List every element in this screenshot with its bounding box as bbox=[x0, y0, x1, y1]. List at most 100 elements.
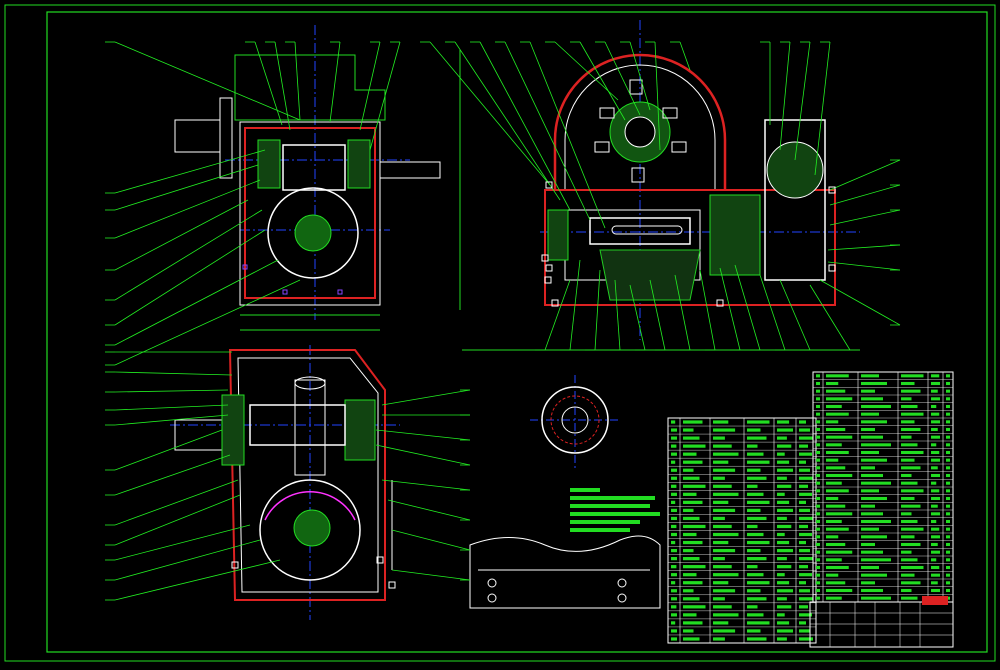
parts-table-right-cell-text bbox=[946, 466, 950, 470]
sheet-background bbox=[0, 0, 1000, 666]
parts-table-left-cell-text bbox=[747, 532, 764, 537]
parts-table-left-cell-text bbox=[747, 629, 761, 633]
parts-table-right-cell-text bbox=[861, 573, 887, 577]
parts-table-right-cell-text bbox=[946, 389, 950, 393]
parts-table-left-cell-text bbox=[747, 581, 770, 585]
parts-table-left-cell-text bbox=[683, 621, 703, 625]
parts-table-left-cell-text bbox=[799, 581, 806, 585]
parts-table-left-cell-text bbox=[671, 589, 677, 593]
parts-table-right-cell-text bbox=[946, 512, 950, 516]
parts-table-right-cell-text bbox=[861, 397, 883, 401]
parts-table-right-cell-text bbox=[946, 581, 950, 585]
parts-table-left-cell-text bbox=[777, 492, 785, 496]
parts-table-left-cell-text bbox=[799, 621, 806, 625]
parts-table-left-cell-text bbox=[671, 581, 676, 585]
parts-table-left-cell-text bbox=[747, 573, 764, 577]
parts-table-right-cell-text bbox=[946, 473, 950, 478]
parts-table-right-cell-text bbox=[861, 427, 875, 432]
parts-table-left-cell-text bbox=[713, 460, 729, 464]
parts-table-left-cell-text bbox=[713, 565, 732, 569]
parts-table-right-cell-text bbox=[826, 519, 842, 524]
parts-table-right-cell-text bbox=[826, 565, 849, 570]
parts-table-right-cell-text bbox=[816, 596, 820, 600]
parts-table-right-cell-text bbox=[861, 519, 891, 524]
parts-table-right-cell-text bbox=[861, 374, 879, 378]
parts-table-left-cell-text bbox=[777, 444, 792, 448]
parts-table-right-cell-text bbox=[931, 466, 938, 470]
parts-table-right-cell-text bbox=[826, 481, 842, 485]
right-bearing bbox=[344, 399, 376, 461]
parts-table-left-cell-text bbox=[747, 500, 770, 504]
parts-table-right-cell-text bbox=[901, 443, 918, 447]
parts-table-right-cell-text bbox=[826, 374, 849, 378]
parts-table-right-cell-text bbox=[816, 558, 820, 562]
parts-table-right-cell-text bbox=[931, 443, 937, 447]
parts-table-left-cell-text bbox=[799, 436, 813, 440]
parts-table-left-cell-text bbox=[671, 508, 677, 513]
parts-table-left-cell-text bbox=[799, 637, 813, 641]
parts-table-left-cell-text bbox=[713, 597, 725, 601]
parts-table-left-cell-text bbox=[671, 557, 677, 561]
parts-table-left-cell-text bbox=[683, 581, 703, 585]
parts-table-left-cell-text bbox=[747, 428, 761, 432]
parts-table-left-cell-text bbox=[671, 605, 677, 609]
parts-table-left-cell-text bbox=[671, 524, 677, 529]
parts-table-left-cell-text bbox=[683, 605, 706, 609]
right-bearing-pack bbox=[709, 194, 761, 276]
parts-table-left-cell-text bbox=[747, 540, 770, 545]
parts-table-right-cell-text bbox=[816, 496, 820, 501]
left-cap bbox=[547, 209, 569, 261]
parts-table-left-cell-text bbox=[777, 484, 792, 488]
parts-table-left-cell-text bbox=[777, 597, 787, 601]
parts-table-left-cell-text bbox=[799, 492, 812, 496]
parts-table-right-cell-text bbox=[861, 504, 875, 508]
worm-circle bbox=[766, 141, 824, 199]
parts-table-right-cell-text bbox=[901, 374, 924, 378]
parts-table-right-cell-text bbox=[861, 496, 887, 501]
parts-table-right-cell-text bbox=[931, 420, 940, 424]
parts-table-right-cell-text bbox=[931, 550, 940, 554]
parts-table-right-cell-text bbox=[861, 535, 887, 539]
parts-table-right-cell-text bbox=[861, 435, 883, 439]
parts-table-left-cell-text bbox=[747, 565, 758, 569]
parts-table-right-cell-text bbox=[816, 374, 820, 378]
parts-table-right-cell-text bbox=[826, 397, 853, 401]
parts-table-right-cell-text bbox=[901, 489, 924, 493]
parts-table-left-cell-text bbox=[747, 613, 764, 617]
parts-table-right-cell-text bbox=[861, 481, 891, 485]
parts-table-right-cell-text bbox=[901, 565, 924, 570]
parts-table-right-cell-text bbox=[826, 512, 853, 516]
parts-table-right-cell-text bbox=[901, 496, 915, 501]
parts-table-left-cell-text bbox=[777, 420, 790, 424]
parts-table-left-cell-text bbox=[777, 428, 793, 432]
parts-table-left-cell-text bbox=[799, 508, 810, 513]
parts-table-left-cell-text bbox=[683, 565, 706, 569]
parts-table-left-cell-text bbox=[747, 548, 761, 553]
parts-table-right-cell-text bbox=[946, 558, 950, 562]
left-bearing bbox=[257, 139, 281, 189]
parts-table-left-cell-text bbox=[777, 532, 785, 537]
parts-table-right-cell-text bbox=[826, 489, 849, 493]
parts-table-left-cell-text bbox=[683, 613, 697, 617]
parts-table-right-cell-text bbox=[826, 535, 839, 539]
parts-table-left-cell-text bbox=[671, 484, 677, 488]
parts-table-left-cell-text bbox=[683, 532, 697, 537]
parts-table-right-cell-text bbox=[816, 466, 820, 470]
parts-table-left-cell-text bbox=[747, 444, 758, 448]
parts-table-left-cell-text bbox=[747, 436, 767, 440]
parts-table-right-cell-text bbox=[901, 389, 921, 393]
parts-table-right-cell-text bbox=[826, 450, 849, 455]
parts-table-right-cell-text bbox=[826, 412, 849, 416]
parts-table-right-cell-text bbox=[826, 596, 842, 600]
parts-table-left-cell-text bbox=[683, 524, 706, 529]
parts-table-right-cell-text bbox=[901, 481, 918, 485]
parts-table-left-cell-text bbox=[671, 613, 677, 617]
parts-table-right-cell-text bbox=[901, 397, 912, 401]
parts-table-left-cell-text bbox=[747, 605, 758, 609]
parts-table-left-cell-text bbox=[747, 516, 767, 521]
parts-table-right-cell-text bbox=[816, 412, 820, 416]
parts-table-left-cell-text bbox=[777, 613, 785, 617]
parts-table-left-cell-text bbox=[799, 548, 810, 553]
parts-table-right-cell-text bbox=[861, 550, 883, 554]
parts-table-left-cell-text bbox=[799, 573, 812, 577]
